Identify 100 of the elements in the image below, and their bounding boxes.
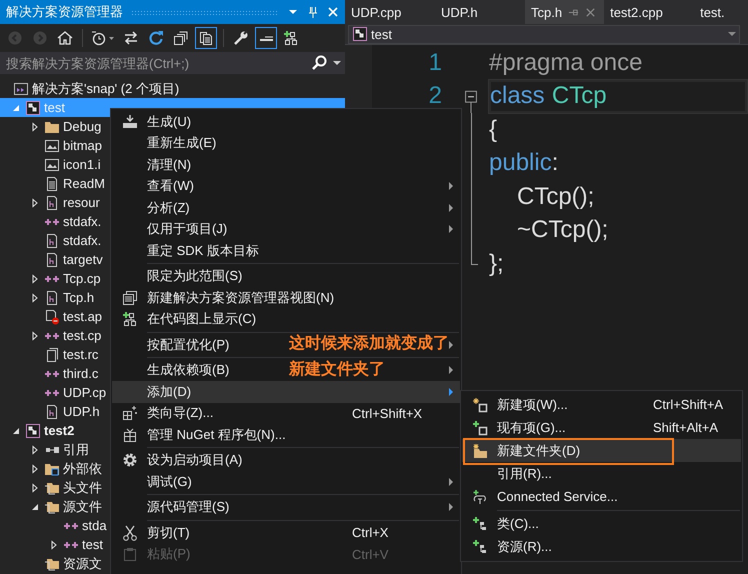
code-line: public:	[488, 148, 560, 178]
home-icon[interactable]	[57, 30, 73, 46]
file-tab[interactable]: UDP.h	[435, 0, 525, 24]
window-icon	[122, 290, 138, 306]
collapsed-arrow-icon[interactable]	[30, 122, 40, 132]
panel-title: 解决方案资源管理器	[6, 3, 123, 21]
wrench-icon[interactable]	[233, 30, 249, 46]
solution-label[interactable]: 解决方案'snap' (2 个项目)	[32, 80, 180, 98]
tree-item[interactable]: test2	[0, 421, 110, 440]
menu-item[interactable]: 类(C)...	[462, 512, 741, 535]
submenu-arrow-icon	[448, 476, 454, 487]
collapsed-arrow-icon[interactable]	[30, 292, 40, 302]
menu-item[interactable]: 现有项(G)... Shift+Alt+A	[462, 416, 741, 439]
tree-item[interactable]: Debug	[0, 117, 110, 136]
menu-item[interactable]: 资源(R)...	[462, 535, 741, 558]
close-icon[interactable]	[585, 6, 596, 18]
tree-item[interactable]: 引用	[0, 440, 110, 459]
menu-item[interactable]: 新建项(W)... Ctrl+Shift+A	[462, 393, 741, 416]
tree-item[interactable]: UDP.h	[0, 402, 110, 421]
menu-item[interactable]: 管理 NuGet 程序包(N)...	[112, 424, 460, 446]
scissors-icon	[122, 524, 138, 541]
code-line: CTcp();	[516, 182, 596, 212]
menu-item[interactable]: 剪切(T) Ctrl+X	[112, 522, 460, 544]
documents-icon[interactable]	[198, 30, 214, 46]
collapse-all-icon[interactable]	[173, 30, 189, 46]
tree-item[interactable]: 头文件	[0, 478, 110, 497]
tree-item[interactable]: Tcp.h	[0, 288, 110, 307]
collapsed-arrow-icon[interactable]	[48, 540, 58, 550]
submenu-arrow-icon	[448, 386, 454, 397]
collapsed-arrow-icon[interactable]	[30, 198, 40, 208]
clock-icon[interactable]	[91, 30, 115, 46]
excluded-file-icon	[44, 308, 60, 324]
menu-item[interactable]: 引用(R)...	[462, 462, 741, 485]
tree-item[interactable]: test.rc	[0, 345, 110, 364]
submenu-arrow-icon	[448, 502, 454, 512]
collapsed-arrow-icon[interactable]	[30, 482, 40, 492]
file-tab[interactable]: test2.cpp	[604, 0, 694, 24]
file-tab[interactable]: Tcp.h	[525, 0, 604, 24]
tree-item[interactable]: third.c	[0, 364, 110, 383]
menu-item[interactable]: 生成依赖项(B) 新建文件夹了	[112, 360, 460, 381]
header-file-icon	[44, 404, 60, 420]
tree-item[interactable]: stdafx.	[0, 231, 110, 250]
menu-item[interactable]: 添加(D)	[112, 381, 460, 402]
pin-icon[interactable]	[307, 6, 319, 18]
code-line: #pragma once	[488, 48, 644, 78]
dropdown-icon[interactable]	[728, 30, 736, 38]
tree-item[interactable]: bitmap	[0, 136, 110, 155]
tree-item[interactable]: test	[0, 535, 110, 554]
menu-item[interactable]: 重定 SDK 版本目标	[112, 240, 460, 262]
tree-item[interactable]: 源文件	[0, 497, 110, 516]
search-field[interactable]: 搜索解决方案资源管理器(Ctrl+;)	[0, 52, 345, 74]
add-class-icon	[472, 516, 488, 532]
tree-item[interactable]: Tcp.cp	[0, 269, 110, 288]
menu-item[interactable]: 调试(G)	[112, 471, 460, 492]
menu-item[interactable]: 新建解决方案资源管理器视图(N)	[112, 287, 460, 308]
tree-item[interactable]: 资源文	[0, 554, 110, 573]
menu-item[interactable]: 分析(Z)	[112, 197, 460, 218]
menu-item[interactable]: 类向导(Z)... Ctrl+Shift+X	[112, 402, 460, 424]
tree-item[interactable]: test.ap	[0, 307, 110, 326]
menu-item[interactable]: 在代码图上显示(C)	[112, 308, 460, 330]
menu-item[interactable]: 新建文件夹(D)	[462, 439, 741, 462]
menu-item[interactable]: 按配置优化(P) 这时候来添加就变成了	[112, 334, 460, 356]
tree-item[interactable]: UDP.cp	[0, 383, 110, 402]
tree-item[interactable]: targetv	[0, 250, 110, 269]
tree-item[interactable]: icon1.i	[0, 155, 110, 174]
navigation-dropdown[interactable]: test	[348, 24, 740, 44]
submenu-arrow-icon	[448, 340, 454, 350]
tree-item[interactable]: stda	[0, 516, 110, 535]
collapsed-arrow-icon[interactable]	[30, 464, 40, 474]
tree-item[interactable]: 外部依	[0, 459, 110, 478]
image-file-icon	[44, 156, 60, 172]
menu-item[interactable]: 仅用于项目(J)	[112, 218, 460, 240]
collapsed-arrow-icon[interactable]	[30, 444, 40, 454]
search-icon[interactable]	[311, 55, 327, 71]
line-number: 2	[428, 82, 442, 110]
collapsed-arrow-icon[interactable]	[30, 274, 40, 284]
menu-item[interactable]: 查看(W)	[112, 176, 460, 197]
file-tab[interactable]: UDP.cpp	[345, 0, 435, 24]
menu-item[interactable]: 清理(N)	[112, 154, 460, 176]
sync-icon[interactable]	[123, 30, 139, 46]
refresh-icon[interactable]	[148, 30, 164, 46]
menu-item[interactable]: 设为启动项目(A)	[112, 450, 460, 471]
header-file-icon	[44, 290, 60, 306]
menu-item[interactable]: 限定为此范围(S)	[112, 266, 460, 287]
expanded-arrow-icon[interactable]	[10, 426, 20, 436]
expanded-arrow-icon[interactable]	[30, 502, 40, 512]
menu-item[interactable]: 源代码管理(S)	[112, 496, 460, 518]
dropdown-icon[interactable]	[333, 59, 341, 67]
tree-item[interactable]: test.cp	[0, 326, 110, 345]
tree-item[interactable]: stdafx.	[0, 212, 110, 231]
menu-item[interactable]: 重新生成(E)	[112, 132, 460, 154]
menu-item[interactable]: Connected Service...	[462, 485, 741, 508]
submenu-arrow-icon	[448, 224, 454, 234]
tree-item[interactable]: resour	[0, 193, 110, 212]
tree-item[interactable]: ReadM	[0, 174, 110, 193]
fold-end-line	[470, 247, 478, 265]
collapsed-arrow-icon[interactable]	[30, 330, 40, 340]
code-map-icon[interactable]	[283, 30, 299, 46]
submenu-arrow-icon	[448, 365, 454, 376]
file-tab[interactable]: test.	[694, 0, 731, 24]
